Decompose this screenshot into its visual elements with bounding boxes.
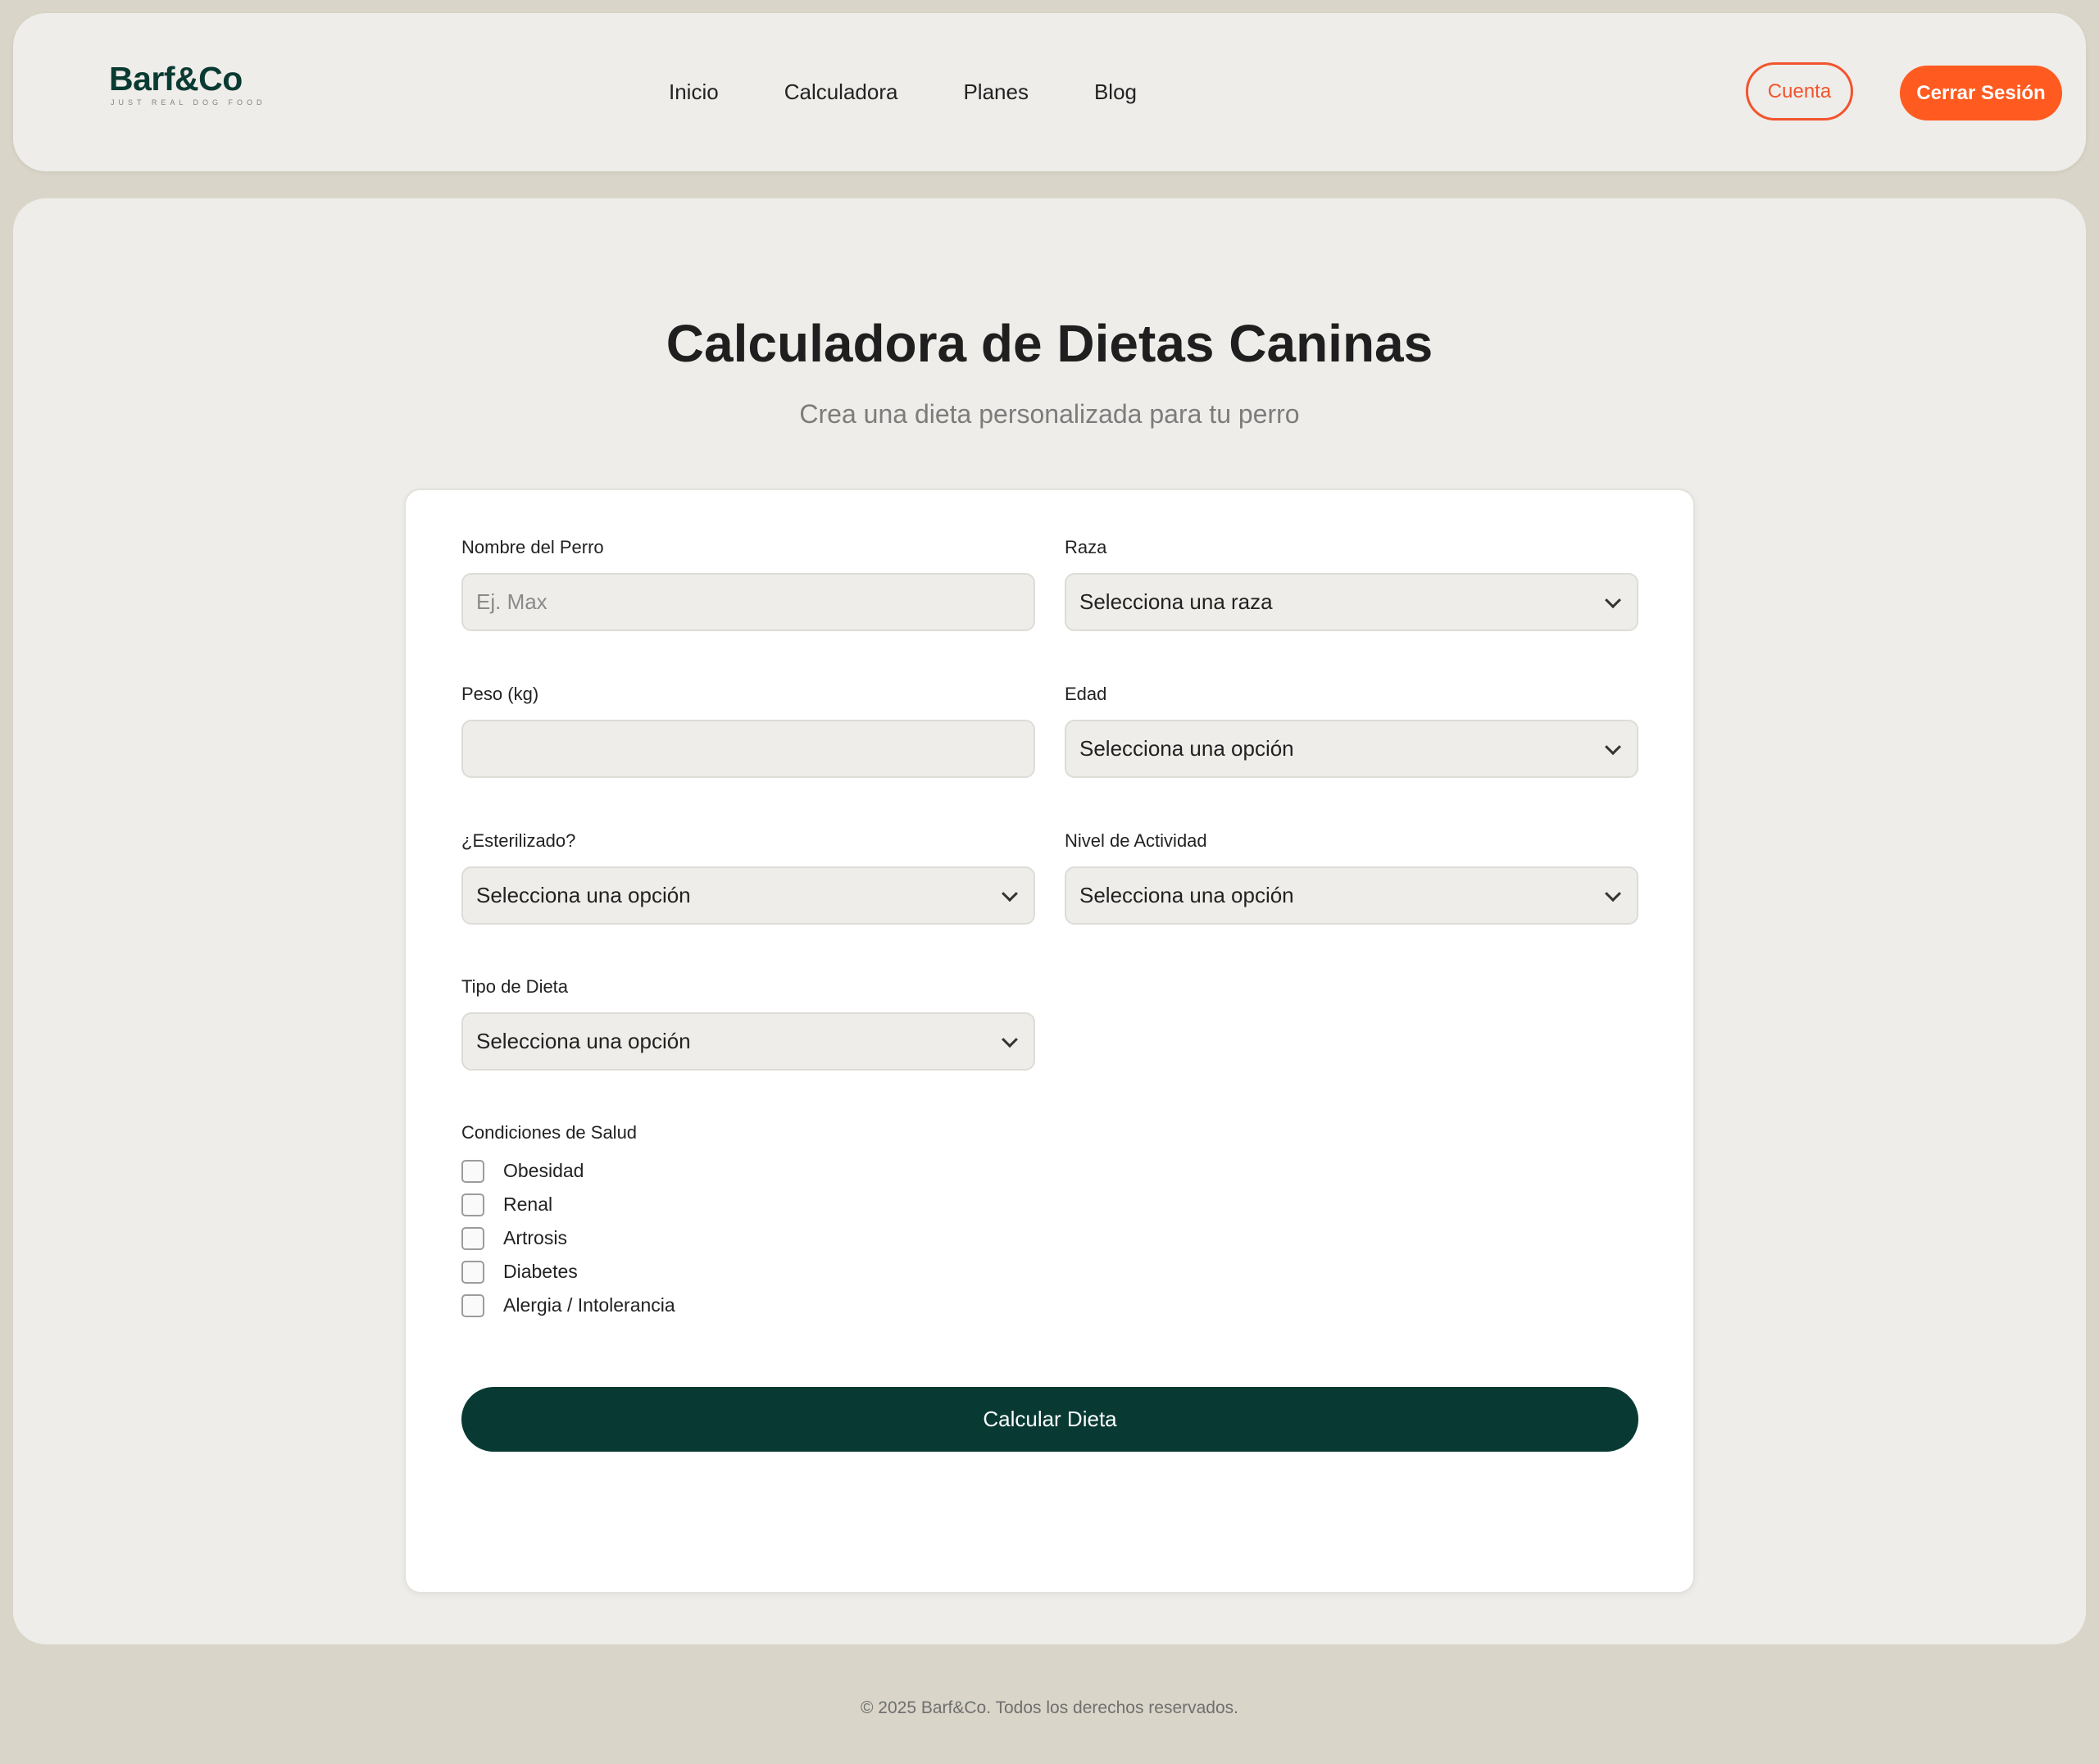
logo[interactable]: Barf&Co JUST REAL DOG FOOD (109, 59, 266, 107)
site-header: Barf&Co JUST REAL DOG FOOD Inicio Calcul… (13, 13, 2086, 171)
sterilized-select-value: Selecciona una opción (476, 883, 691, 907)
logo-tagline: JUST REAL DOG FOOD (111, 98, 266, 107)
checkbox-artrosis[interactable]: Artrosis (461, 1221, 675, 1255)
account-button[interactable]: Cuenta (1746, 62, 1853, 120)
diet-form-card: Nombre del Perro Ej. Max Raza Selecciona… (404, 489, 1695, 1594)
page-subtitle: Crea una dieta personalizada para tu per… (799, 399, 1300, 429)
breed-select-value: Selecciona una raza (1079, 589, 1273, 614)
checkbox-box[interactable] (461, 1193, 484, 1216)
checkbox-label: Obesidad (503, 1160, 584, 1181)
sterilized-field-group: ¿Esterilizado? Selecciona una opción (461, 830, 1035, 925)
diet-type-select[interactable]: Selecciona una opción (461, 1012, 1035, 1071)
age-select-value: Selecciona una opción (1079, 736, 1294, 761)
age-label: Edad (1065, 684, 1107, 704)
page-title: Calculadora de Dietas Caninas (666, 314, 1433, 373)
checkbox-label: Alergia / Intolerancia (503, 1294, 675, 1316)
checkbox-box[interactable] (461, 1293, 484, 1317)
chevron-down-icon (1605, 884, 1621, 902)
name-field-group: Nombre del Perro Ej. Max (461, 536, 1035, 631)
nav-inicio[interactable]: Inicio (669, 80, 719, 105)
checkbox-renal[interactable]: Renal (461, 1188, 675, 1221)
chevron-down-icon (1002, 1030, 1018, 1048)
main-panel: Calculadora de Dietas Caninas Crea una d… (13, 198, 2086, 1644)
breed-field-group: Raza Selecciona una raza (1065, 536, 1638, 631)
sterilized-label: ¿Esterilizado? (461, 830, 576, 851)
weight-label: Peso (kg) (461, 684, 539, 704)
activity-field-group: Nivel de Actividad Selecciona una opción (1065, 830, 1638, 925)
breed-label: Raza (1065, 537, 1107, 557)
checkbox-box[interactable] (461, 1159, 484, 1183)
footer-copyright: © 2025 Barf&Co. Todos los derechos reser… (860, 1698, 1238, 1717)
activity-label: Nivel de Actividad (1065, 830, 1207, 851)
checkbox-box[interactable] (461, 1260, 484, 1284)
name-label: Nombre del Perro (461, 537, 604, 557)
checkbox-alergia[interactable]: Alergia / Intolerancia (461, 1289, 675, 1322)
checkbox-label: Artrosis (503, 1227, 567, 1248)
nav-planes[interactable]: Planes (963, 80, 1029, 105)
dog-name-input[interactable]: Ej. Max (461, 573, 1035, 631)
age-select[interactable]: Selecciona una opción (1065, 720, 1638, 778)
calculate-diet-button[interactable]: Calcular Dieta (461, 1387, 1638, 1452)
chevron-down-icon (1605, 738, 1621, 755)
logo-text: Barf&Co (109, 60, 243, 98)
checkbox-diabetes[interactable]: Diabetes (461, 1255, 675, 1289)
checkbox-obesidad[interactable]: Obesidad (461, 1154, 675, 1188)
diet-type-label: Tipo de Dieta (461, 976, 569, 997)
logout-button[interactable]: Cerrar Sesión (1900, 66, 2062, 120)
age-field-group: Edad Selecciona una opción (1065, 683, 1638, 778)
diet-type-select-value: Selecciona una opción (476, 1029, 691, 1053)
nav-calculadora[interactable]: Calculadora (784, 80, 898, 105)
activity-select-value: Selecciona una opción (1079, 883, 1294, 907)
health-conditions: Condiciones de Salud Obesidad Renal Artr… (461, 1121, 675, 1322)
chevron-down-icon (1605, 591, 1621, 608)
checkbox-box[interactable] (461, 1226, 484, 1250)
health-checkbox-list: Obesidad Renal Artrosis Diabetes Alergia… (461, 1154, 675, 1322)
checkbox-label: Diabetes (503, 1261, 578, 1282)
nav-blog[interactable]: Blog (1094, 80, 1137, 105)
chevron-down-icon (1002, 884, 1018, 902)
checkbox-label: Renal (503, 1193, 553, 1215)
health-conditions-label: Condiciones de Salud (461, 1122, 638, 1143)
main-nav: Inicio Calculadora Planes Blog (669, 13, 1202, 171)
sterilized-select[interactable]: Selecciona una opción (461, 866, 1035, 925)
diet-type-field-group: Tipo de Dieta Selecciona una opción (461, 975, 1035, 1071)
weight-field-group: Peso (kg) (461, 683, 1035, 778)
activity-select[interactable]: Selecciona una opción (1065, 866, 1638, 925)
weight-input[interactable] (461, 720, 1035, 778)
breed-select[interactable]: Selecciona una raza (1065, 573, 1638, 631)
